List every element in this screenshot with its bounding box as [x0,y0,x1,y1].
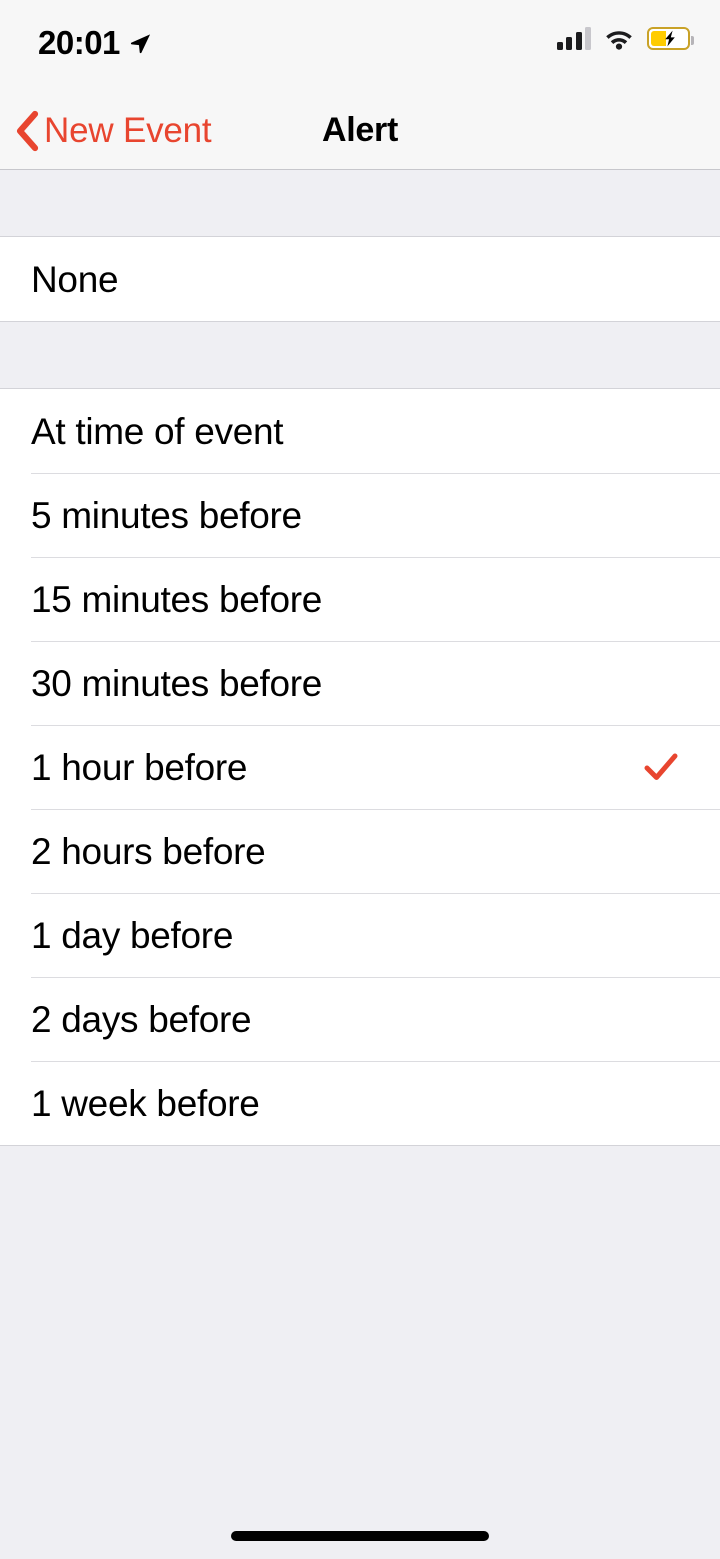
navigation-bar: New Event Alert [0,92,720,170]
alert-option-row[interactable]: 30 minutes before [0,641,720,725]
alert-option-row[interactable]: 1 day before [0,893,720,977]
alert-option-label: 1 day before [31,914,234,956]
iphone-screen: 20:01 New Event Alert None At time of ev… [0,0,720,1559]
alert-option-row[interactable]: 1 hour before [0,725,720,809]
none-section: None [0,237,720,322]
alert-option-label: 1 hour before [31,746,248,788]
alert-options-table: None At time of event 5 minutes before 15 … [0,170,720,1559]
checkmark-icon [644,750,678,784]
alert-option-row[interactable]: 2 days before [0,977,720,1061]
alert-option-label: 2 hours before [31,830,266,872]
status-bar-left: 20:01 [38,26,152,59]
chevron-left-icon [14,110,40,152]
alert-option-row[interactable]: 15 minutes before [0,557,720,641]
alert-option-label: 5 minutes before [31,494,302,536]
section-gap-top [0,170,720,237]
alert-option-label: At time of event [31,410,284,452]
alert-option-row[interactable]: At time of event [0,389,720,473]
status-bar-clock: 20:01 [38,24,120,61]
home-indicator[interactable] [231,1531,489,1541]
alert-option-row[interactable]: 1 week before [0,1061,720,1145]
alert-option-row[interactable]: 5 minutes before [0,473,720,557]
wifi-icon [604,27,634,50]
cellular-signal-icon [556,27,591,50]
back-button[interactable]: New Event [14,92,212,169]
section-gap-middle [0,322,720,389]
status-bar: 20:01 [0,0,720,92]
alert-option-label: 15 minutes before [31,578,323,620]
alert-option-label: None [31,258,119,300]
alert-options-section: At time of event 5 minutes before 15 minut… [0,389,720,1146]
location-arrow-icon [129,30,152,55]
alert-option-label: 30 minutes before [31,662,323,704]
alert-option-label: 2 days before [31,998,252,1040]
battery-charging-icon [647,27,694,50]
status-bar-right [556,27,694,50]
alert-option-row[interactable]: 2 hours before [0,809,720,893]
back-button-label: New Event [44,111,212,150]
alert-option-label: 1 week before [31,1082,260,1124]
alert-option-row[interactable]: None [0,237,720,321]
